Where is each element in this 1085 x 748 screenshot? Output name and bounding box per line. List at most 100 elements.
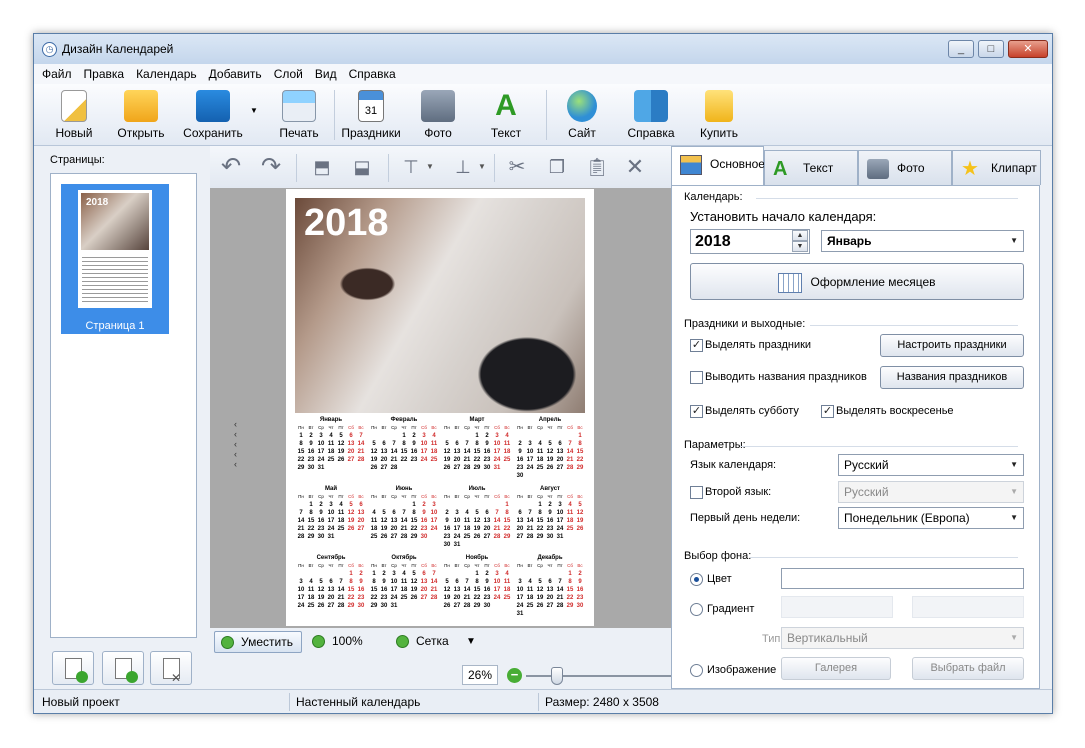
calendar-day: 20 [327, 595, 335, 601]
help-button[interactable]: Справка [619, 90, 683, 140]
bg-gradient-radio[interactable] [690, 603, 703, 616]
send-backward-icon[interactable]: ⬓ [347, 152, 377, 182]
menu-help[interactable]: Справка [341, 64, 400, 81]
calendar-photo[interactable]: 2018 [295, 198, 585, 413]
calendar-day: 11 [327, 441, 335, 447]
menu-edit[interactable]: Правка [76, 64, 129, 81]
spin-up-icon[interactable]: ▲ [792, 230, 808, 241]
menu-calendar[interactable]: Календарь [128, 64, 201, 81]
tab-main[interactable]: Основное [671, 146, 765, 186]
bring-forward-icon[interactable]: ⬒ [307, 152, 337, 182]
calendar-day: 20 [453, 595, 461, 601]
start-month-select[interactable]: Январь [821, 230, 1024, 252]
align-top-dropdown[interactable]: ▼ [426, 162, 434, 171]
align-top-icon[interactable]: ⊤ [396, 152, 426, 182]
second-language-select[interactable]: Русский [838, 481, 1024, 503]
zoom-slider-thumb[interactable] [551, 667, 563, 685]
gallery-button[interactable]: Галерея [781, 657, 891, 680]
pages-list[interactable]: 2018 Страница 1 [50, 173, 197, 638]
calendar-day: 10 [297, 587, 305, 593]
minimize-button[interactable]: _ [948, 40, 974, 58]
calendar-day: 20 [483, 526, 491, 532]
duplicate-page-button[interactable] [102, 651, 144, 685]
text-button[interactable]: A Текст [474, 90, 538, 141]
maximize-button[interactable]: □ [978, 40, 1004, 58]
redo-icon[interactable]: ↷ [256, 152, 286, 182]
bg-color-swatch[interactable] [781, 568, 1024, 589]
calendar-year-text[interactable]: 2018 [304, 202, 389, 245]
zoom-level-field[interactable]: 26% [462, 665, 498, 685]
calendar-day: 26 [536, 603, 544, 609]
calendar-day-header: Сб [494, 425, 500, 430]
calendar-page[interactable]: 2018 Январь Пн Вт Ср Чт Пт Сб Вс 1 2 3 4 5 6 7 8 9 10 11 12… [286, 189, 594, 626]
menu-file[interactable]: Файл [34, 64, 76, 81]
calendar-day-header: Сб [348, 494, 354, 499]
save-button[interactable]: Сохранить [179, 90, 247, 140]
tab-photo[interactable]: Фото [858, 150, 952, 185]
calendar-day: 22 [473, 595, 481, 601]
calendar-month-days: Пн Вт Ср Чт Пт Сб Вс 1 2 3 4 5 6 7 8 9 10 11 12 13 14 15 16 17 1… [296, 424, 366, 472]
holidays-button[interactable]: 31 Праздники [337, 90, 405, 140]
canvas-bottom-bar: Уместить 100% Сетка ▼ 26% − + [210, 628, 697, 689]
open-button[interactable]: Открыть [109, 90, 173, 140]
calendar-day: 9 [382, 579, 386, 585]
buy-button[interactable]: Купить [687, 90, 751, 140]
menu-layer[interactable]: Слой [266, 64, 307, 81]
align-bottom-icon[interactable]: ⊥ [448, 152, 478, 182]
zoom-slider-track[interactable] [526, 675, 676, 677]
canvas-area[interactable]: 2018 Январь Пн Вт Ср Чт Пт Сб Вс 1 2 3 4 5 6 7 8 9 10 11 12… [210, 188, 672, 628]
grid-dropdown-arrow[interactable]: ▼ [466, 636, 476, 647]
menu-view[interactable]: Вид [307, 64, 341, 81]
choose-file-button[interactable]: Выбрать файл [912, 657, 1024, 680]
highlight-sunday-checkbox[interactable]: ✓ [821, 405, 834, 418]
calendar-day: 2 [485, 571, 489, 577]
photo-button[interactable]: Фото [406, 90, 470, 140]
align-bottom-dropdown[interactable]: ▼ [478, 162, 486, 171]
tab-text[interactable]: A Текст [764, 150, 858, 185]
spin-down-icon[interactable]: ▼ [792, 241, 808, 252]
calendar-day: 28 [430, 595, 438, 601]
print-button[interactable]: Печать [267, 90, 331, 140]
gradient-type-select[interactable]: Вертикальный [781, 627, 1024, 649]
calendar-day: 3 [432, 502, 436, 508]
save-dropdown-arrow[interactable]: ▼ [250, 106, 258, 115]
tab-clipart[interactable]: ★ Клипарт [952, 150, 1041, 185]
month-design-button[interactable]: Оформление месяцев [690, 263, 1024, 300]
zoom-out-icon[interactable]: − [507, 668, 522, 683]
year-spinner[interactable]: ▲ ▼ [792, 230, 808, 252]
new-button[interactable]: Новый [42, 90, 106, 140]
calendar-day: 23 [410, 457, 418, 463]
first-day-select[interactable]: Понедельник (Европа) [838, 507, 1024, 529]
collapse-arrows[interactable]: ‹ ‹ ‹ ‹ ‹ [234, 419, 242, 469]
delete-icon[interactable]: ✕ [620, 152, 650, 182]
paste-icon[interactable]: 📋︎ [582, 152, 612, 182]
calendar-day: 23 [516, 465, 524, 471]
calendar-language-select[interactable]: Русский [838, 454, 1024, 476]
delete-page-button[interactable] [150, 651, 192, 685]
page-thumbnail[interactable]: 2018 Страница 1 [61, 184, 169, 334]
close-button[interactable]: ✕ [1008, 40, 1048, 58]
highlight-holidays-checkbox[interactable]: ✓ [690, 339, 703, 352]
configure-holidays-button[interactable]: Настроить праздники [880, 334, 1024, 357]
calendar-day: 13 [546, 587, 554, 593]
folder-icon [124, 90, 158, 122]
menu-add[interactable]: Добавить [201, 64, 266, 81]
holiday-names-button[interactable]: Названия праздников [880, 366, 1024, 389]
bg-color-radio[interactable] [690, 573, 703, 586]
copy-icon[interactable]: ❐ [542, 152, 572, 182]
grid-button[interactable]: Сетка [390, 631, 457, 653]
cut-icon[interactable]: ✂ [502, 152, 532, 182]
undo-icon[interactable]: ↶ [216, 152, 246, 182]
bg-gradient-label: Градиент [707, 603, 755, 615]
calendar-day: 3 [495, 571, 499, 577]
gradient-color-1 [781, 596, 893, 618]
site-button[interactable]: Сайт [550, 90, 614, 140]
highlight-saturday-checkbox[interactable]: ✓ [690, 405, 703, 418]
add-page-button[interactable] [52, 651, 94, 685]
show-holiday-names-checkbox[interactable] [690, 371, 703, 384]
bg-image-radio[interactable] [690, 664, 703, 677]
calendar-day-header: Сб [421, 563, 427, 568]
zoom-100-button[interactable]: 100% [306, 631, 371, 653]
fit-button[interactable]: Уместить [214, 631, 302, 653]
second-language-checkbox[interactable] [690, 486, 703, 499]
